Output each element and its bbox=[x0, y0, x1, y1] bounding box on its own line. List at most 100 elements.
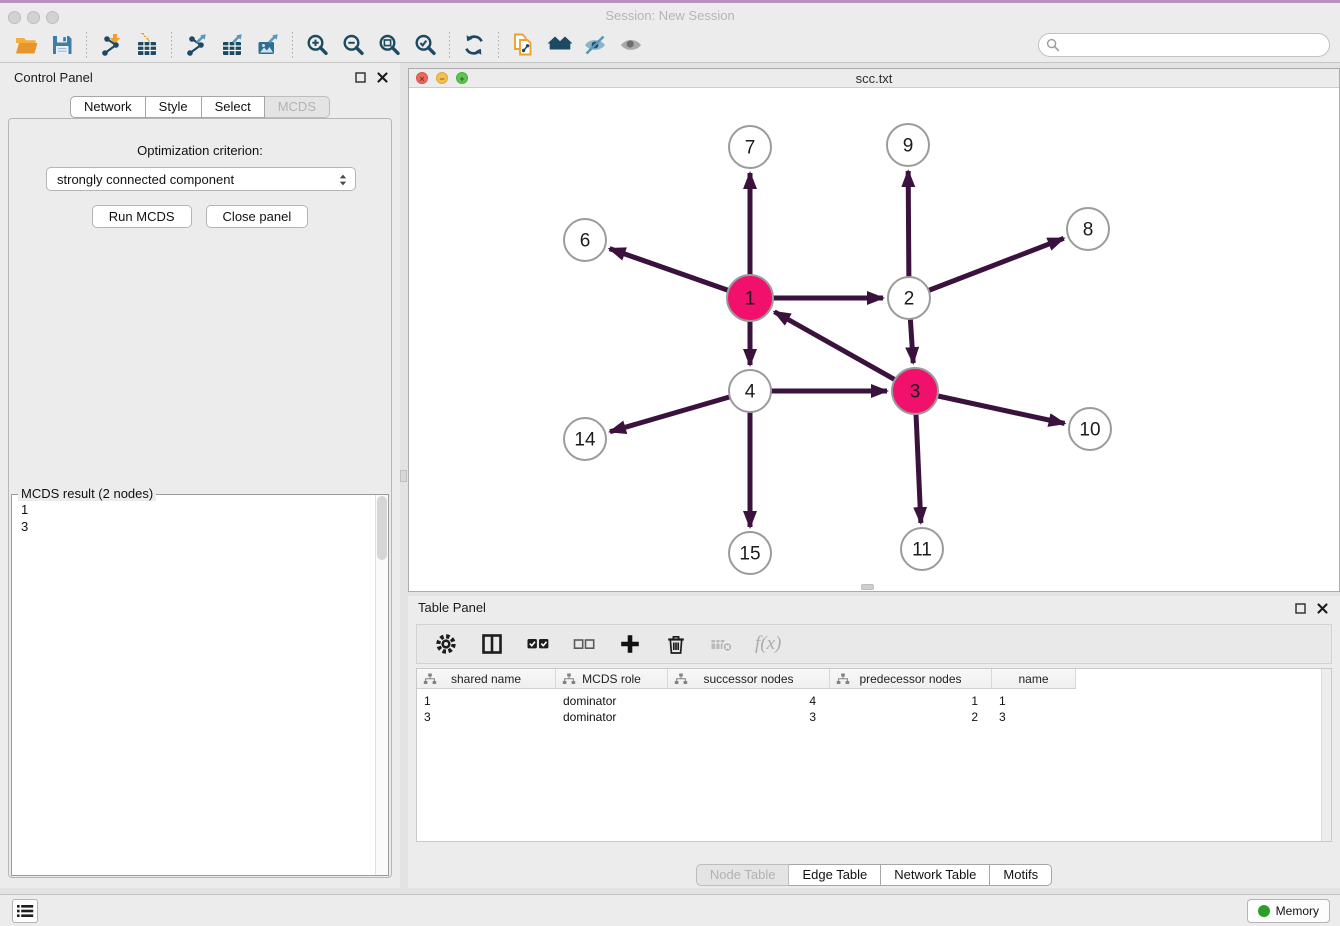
edge-3-1[interactable] bbox=[774, 312, 915, 391]
column-type-icon bbox=[674, 673, 688, 685]
task-list-icon bbox=[16, 903, 34, 919]
save-session-button[interactable] bbox=[44, 30, 80, 60]
node-15[interactable]: 15 bbox=[729, 532, 771, 574]
node-14[interactable]: 14 bbox=[564, 418, 606, 460]
column-header-name[interactable]: name bbox=[992, 669, 1076, 689]
node-table[interactable]: shared nameMCDS rolesuccessor nodesprede… bbox=[416, 668, 1332, 842]
task-history-button[interactable] bbox=[12, 899, 38, 923]
column-header-successor-nodes[interactable]: successor nodes bbox=[668, 669, 830, 689]
node-10[interactable]: 10 bbox=[1069, 408, 1111, 450]
statusbar: Memory bbox=[0, 894, 1340, 926]
add-column-button[interactable] bbox=[617, 631, 643, 657]
import-network-button[interactable] bbox=[93, 30, 129, 60]
result-scrollbar[interactable] bbox=[375, 495, 388, 875]
float-panel-icon[interactable] bbox=[353, 70, 368, 85]
memory-button[interactable]: Memory bbox=[1247, 899, 1330, 923]
network-window-title: scc.txt bbox=[409, 69, 1339, 88]
table-scrollbar[interactable] bbox=[1321, 669, 1331, 841]
zoom-out-button[interactable] bbox=[335, 30, 371, 60]
network-graph: 1 2 3 4 6 7 8 9 10 11 14 15 bbox=[409, 88, 1339, 591]
node-4[interactable]: 4 bbox=[729, 370, 771, 412]
control-panel: Control Panel NetworkStyleSelectMCDS Opt… bbox=[0, 63, 400, 888]
close-panel-button[interactable]: Close panel bbox=[206, 205, 309, 228]
svg-text:10: 10 bbox=[1079, 420, 1100, 441]
column-type-icon bbox=[562, 673, 576, 685]
hide-unselected-button[interactable] bbox=[577, 30, 613, 60]
cell: 2 bbox=[830, 709, 992, 725]
search-input[interactable] bbox=[1038, 33, 1330, 57]
window-title: Session: New Session bbox=[0, 3, 1340, 28]
cell: 3 bbox=[417, 709, 556, 725]
table-row[interactable]: 3dominator323 bbox=[417, 709, 1076, 725]
result-item: 1 bbox=[21, 501, 375, 518]
zoom-fit-icon bbox=[376, 33, 402, 57]
node-6[interactable]: 6 bbox=[564, 219, 606, 261]
node-8[interactable]: 8 bbox=[1067, 208, 1109, 250]
node-9[interactable]: 9 bbox=[887, 124, 929, 166]
column-header-MCDS-role[interactable]: MCDS role bbox=[556, 669, 668, 689]
table-row[interactable]: 1dominator411 bbox=[417, 693, 1076, 709]
control-panel-tabs: NetworkStyleSelectMCDS bbox=[0, 96, 400, 118]
refresh-button[interactable] bbox=[456, 30, 492, 60]
titlebar: Session: New Session bbox=[0, 3, 1340, 28]
node-2[interactable]: 2 bbox=[888, 277, 930, 319]
canvas-resize-handle[interactable] bbox=[861, 584, 874, 590]
table-header-row: shared nameMCDS rolesuccessor nodesprede… bbox=[417, 669, 1076, 689]
tab-edge-table[interactable]: Edge Table bbox=[789, 864, 881, 886]
tab-motifs[interactable]: Motifs bbox=[990, 864, 1052, 886]
select-all-columns-button[interactable] bbox=[525, 631, 551, 657]
save-session-icon bbox=[49, 33, 75, 57]
delete-table-button[interactable] bbox=[709, 631, 735, 657]
zoom-in-button[interactable] bbox=[299, 30, 335, 60]
cell: 3 bbox=[668, 709, 830, 725]
tab-network-table[interactable]: Network Table bbox=[881, 864, 990, 886]
divider-handle[interactable] bbox=[400, 470, 407, 482]
table-panel-header: Table Panel bbox=[408, 596, 1340, 622]
delete-table-icon bbox=[709, 632, 735, 656]
import-table-button[interactable] bbox=[129, 30, 165, 60]
clone-network-button[interactable] bbox=[505, 30, 541, 60]
node-3[interactable]: 3 bbox=[892, 368, 938, 414]
column-header-shared-name[interactable]: shared name bbox=[417, 669, 556, 689]
edge-2-8[interactable] bbox=[909, 238, 1064, 298]
node-7[interactable]: 7 bbox=[729, 126, 771, 168]
zoom-out-icon bbox=[340, 33, 366, 57]
delete-column-button[interactable] bbox=[663, 631, 689, 657]
run-mcds-button[interactable]: Run MCDS bbox=[92, 205, 192, 228]
select-stepper-icon bbox=[335, 172, 351, 188]
node-11[interactable]: 11 bbox=[901, 528, 943, 570]
export-network-button[interactable] bbox=[178, 30, 214, 60]
tab-mcds[interactable]: MCDS bbox=[265, 96, 330, 118]
table-settings-button[interactable] bbox=[433, 631, 459, 657]
panel-divider[interactable] bbox=[400, 63, 408, 888]
close-panel-icon[interactable] bbox=[375, 70, 390, 85]
export-network-icon bbox=[183, 33, 209, 57]
tab-select[interactable]: Select bbox=[202, 96, 265, 118]
open-session-button[interactable] bbox=[8, 30, 44, 60]
zoom-selected-button[interactable] bbox=[407, 30, 443, 60]
show-columns-button[interactable] bbox=[479, 631, 505, 657]
tab-network[interactable]: Network bbox=[70, 96, 146, 118]
unselect-all-columns-button[interactable] bbox=[571, 631, 597, 657]
svg-text:7: 7 bbox=[745, 138, 756, 159]
network-canvas[interactable]: 1 2 3 4 6 7 8 9 10 11 14 15 bbox=[409, 88, 1339, 591]
import-table-icon bbox=[134, 33, 160, 57]
tab-node-table[interactable]: Node Table bbox=[696, 864, 790, 886]
criterion-select[interactable]: strongly connected component bbox=[46, 167, 356, 191]
export-image-button[interactable] bbox=[250, 30, 286, 60]
tab-style[interactable]: Style bbox=[146, 96, 202, 118]
memory-label: Memory bbox=[1276, 904, 1319, 918]
function-builder-button[interactable]: f(x) bbox=[755, 633, 781, 655]
float-table-panel-icon[interactable] bbox=[1293, 601, 1308, 616]
home-icon bbox=[546, 33, 572, 57]
import-network-icon bbox=[98, 33, 124, 57]
show-all-button[interactable] bbox=[613, 30, 649, 60]
home-button[interactable] bbox=[541, 30, 577, 60]
export-table-button[interactable] bbox=[214, 30, 250, 60]
search-box bbox=[1038, 33, 1330, 57]
close-table-panel-icon[interactable] bbox=[1315, 601, 1330, 616]
column-header-predecessor-nodes[interactable]: predecessor nodes bbox=[830, 669, 992, 689]
node-1[interactable]: 1 bbox=[727, 275, 773, 321]
zoom-fit-button[interactable] bbox=[371, 30, 407, 60]
svg-text:1: 1 bbox=[745, 289, 756, 310]
